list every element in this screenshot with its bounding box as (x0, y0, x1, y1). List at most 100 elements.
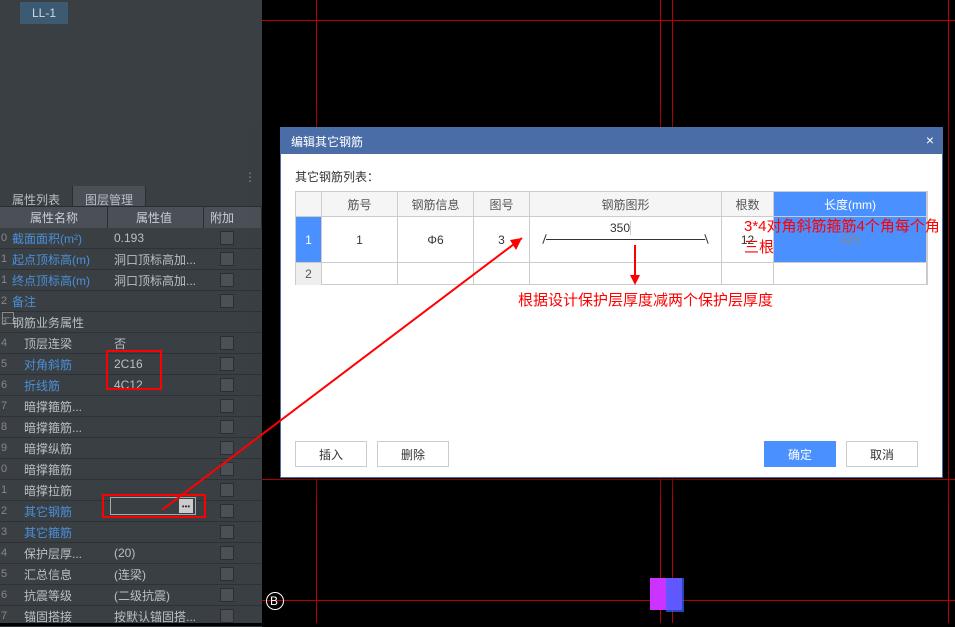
col-fig[interactable]: 图号 (474, 192, 530, 216)
cancel-button[interactable]: 取消 (846, 441, 918, 467)
row-idx: 7 (0, 400, 8, 412)
property-row[interactable]: 9暗撑纵筋 (0, 438, 262, 459)
prop-name: 备注 (8, 293, 110, 310)
checkbox[interactable] (220, 462, 234, 476)
col-length[interactable]: 长度(mm) (774, 192, 927, 216)
property-row[interactable]: 4保护层厚...(20) (0, 543, 262, 564)
panel-menu-icon[interactable]: ⋮ (244, 170, 256, 184)
cell-info[interactable]: Φ6 (398, 217, 474, 262)
property-row[interactable]: 6抗震等级(二级抗震) (0, 585, 262, 606)
prop-name: 抗震等级 (8, 587, 110, 604)
property-row[interactable]: 7暗撑箍筋... (0, 396, 262, 417)
checkbox[interactable] (220, 399, 234, 413)
grid-row-2[interactable]: 2 (296, 262, 927, 284)
row-idx: 4 (0, 547, 8, 559)
row-idx: 2 (0, 295, 8, 307)
prop-name: 保护层厚... (8, 545, 110, 562)
prop-name: 钢筋业务属性 (8, 314, 110, 331)
checkbox[interactable] (220, 294, 234, 308)
property-row[interactable]: 5汇总信息(连梁) (0, 564, 262, 585)
prop-value[interactable]: (二级抗震) (110, 587, 202, 604)
edit-rebar-dialog: 编辑其它钢筋 × 其它钢筋列表： 筋号 钢筋信息 图号 钢筋图形 根数 长度(m… (280, 127, 943, 478)
property-row[interactable]: 3钢筋业务属性 (0, 312, 262, 333)
point-b-label: B (270, 594, 278, 608)
col-count[interactable]: 根数 (722, 192, 774, 216)
prop-value[interactable]: (连梁) (110, 566, 202, 583)
selection-marker-2[interactable] (666, 578, 684, 612)
col-info[interactable]: 钢筋信息 (398, 192, 474, 216)
prop-name: 截面面积(m²) (8, 230, 110, 247)
checkbox[interactable] (220, 252, 234, 266)
annotation-box-1 (106, 350, 162, 390)
checkbox[interactable] (220, 231, 234, 245)
list-label: 其它钢筋列表： (281, 154, 942, 191)
col-number[interactable]: 筋号 (322, 192, 398, 216)
checkbox[interactable] (220, 441, 234, 455)
property-rows: 0截面面积(m²)0.1931起点顶标高(m)洞口顶标高加...1终点顶标高(m… (0, 228, 262, 627)
prop-name: 暗撑箍筋... (8, 419, 110, 436)
property-row[interactable]: 2备注 (0, 291, 262, 312)
prop-value[interactable]: 按默认锚固搭... (110, 608, 202, 625)
prop-name: 起点顶标高(m) (8, 251, 110, 268)
row-idx: 1 (0, 253, 8, 265)
prop-value[interactable]: 否 (110, 335, 202, 352)
dialog-title-bar[interactable]: 编辑其它钢筋 × (281, 128, 942, 154)
cell-number[interactable]: 1 (322, 217, 398, 262)
checkbox[interactable] (220, 273, 234, 287)
row-idx: 5 (0, 358, 8, 370)
prop-name: 其它箍筋 (8, 524, 110, 541)
checkbox[interactable] (220, 525, 234, 539)
checkbox[interactable] (220, 504, 234, 518)
property-row[interactable]: 3其它箍筋 (0, 522, 262, 543)
prop-value[interactable]: 洞口顶标高加... (110, 251, 202, 268)
property-row[interactable]: 7锚固搭接按默认锚固搭... (0, 606, 262, 627)
prop-value[interactable]: 0.193 (110, 231, 202, 245)
cell-fig[interactable]: 3 (474, 217, 530, 262)
dialog-buttons: 插入 删除 确定 取消 (295, 441, 928, 467)
ll-tag[interactable]: LL-1 (20, 2, 68, 24)
checkbox[interactable] (220, 567, 234, 581)
cell-shape[interactable]: 350 (530, 217, 722, 262)
ok-button[interactable]: 确定 (764, 441, 836, 467)
grid-row-1[interactable]: 1 1 Φ6 3 350 12 425 (296, 216, 927, 262)
row-idx: 4 (0, 337, 8, 349)
property-row[interactable]: 1终点顶标高(m)洞口顶标高加... (0, 270, 262, 291)
other-rebar-input[interactable] (110, 497, 196, 515)
property-row[interactable]: 8暗撑箍筋... (0, 417, 262, 438)
property-row[interactable]: 0截面面积(m²)0.193 (0, 228, 262, 249)
prop-name: 终点顶标高(m) (8, 272, 110, 289)
checkbox[interactable] (220, 378, 234, 392)
checkbox[interactable] (220, 588, 234, 602)
prop-name: 汇总信息 (8, 566, 110, 583)
prop-name: 对角斜筋 (8, 356, 110, 373)
header-name: 属性名称 (0, 207, 108, 228)
checkbox[interactable] (220, 483, 234, 497)
close-icon[interactable]: × (926, 132, 934, 148)
checkbox[interactable] (220, 336, 234, 350)
prop-name: 暗撑拉筋 (8, 482, 110, 499)
row-idx: 3 (0, 526, 8, 538)
cell-length[interactable]: 425 (774, 217, 927, 262)
row-idx: 2 (0, 505, 8, 517)
checkbox[interactable] (220, 609, 234, 623)
property-row[interactable]: 0暗撑箍筋 (0, 459, 262, 480)
delete-button[interactable]: 删除 (377, 441, 449, 467)
grid-header: 筋号 钢筋信息 图号 钢筋图形 根数 长度(mm) (296, 192, 927, 216)
insert-button[interactable]: 插入 (295, 441, 367, 467)
property-row[interactable]: 1起点顶标高(m)洞口顶标高加... (0, 249, 262, 270)
prop-value[interactable]: 洞口顶标高加... (110, 272, 202, 289)
checkbox[interactable] (220, 357, 234, 371)
header-value: 属性值 (108, 207, 204, 228)
cell-count[interactable]: 12 (722, 217, 774, 262)
row-idx: 0 (0, 232, 8, 244)
dialog-title: 编辑其它钢筋 (291, 133, 363, 150)
prop-name: 暗撑纵筋 (8, 440, 110, 457)
shape-value: 350 (610, 221, 631, 235)
col-shape[interactable]: 钢筋图形 (530, 192, 722, 216)
row-index: 1 (296, 217, 322, 262)
prop-value[interactable]: (20) (110, 546, 202, 560)
checkbox[interactable] (220, 546, 234, 560)
prop-name: 暗撑箍筋 (8, 461, 110, 478)
checkbox[interactable] (220, 420, 234, 434)
left-panel: LL-1 ⋮ 属性列表 图层管理 属性名称 属性值 附加 − 0截面面积(m²)… (0, 0, 262, 623)
